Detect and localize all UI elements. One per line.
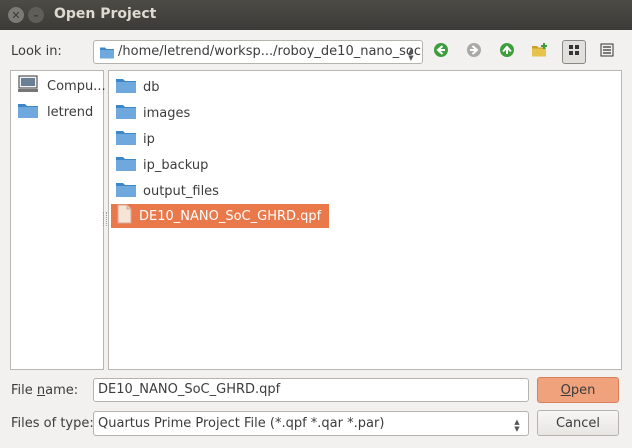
- parent-folder-button[interactable]: [495, 40, 519, 64]
- panel-splitter-handle[interactable]: [103, 212, 107, 226]
- file-list-panel: db images ip ip_backup output_files DE10: [108, 70, 622, 370]
- file-icon: [115, 204, 133, 228]
- minimize-icon: –: [33, 8, 39, 22]
- file-name: ip: [143, 131, 155, 147]
- list-item-ip-backup[interactable]: ip_backup: [111, 153, 208, 177]
- list-item-ip[interactable]: ip: [111, 127, 155, 151]
- combo-arrows-icon: ▲ ▼: [408, 47, 414, 62]
- open-button[interactable]: Open: [537, 377, 619, 403]
- sidebar-item-label: letrend: [47, 104, 94, 120]
- list-view-icon: [567, 43, 581, 61]
- close-window-button[interactable]: ✕: [8, 7, 24, 23]
- list-view-button[interactable]: [562, 40, 586, 64]
- list-item-images[interactable]: images: [111, 101, 190, 125]
- computer-icon: [17, 75, 39, 97]
- folder-icon: [115, 76, 137, 98]
- file-type-value: Quartus Prime Project File (*.qpf *.qar …: [98, 416, 385, 431]
- new-folder-icon: [531, 42, 549, 62]
- close-icon: ✕: [11, 8, 21, 22]
- folder-icon: [115, 180, 137, 202]
- folder-icon: [115, 128, 137, 150]
- forward-button[interactable]: [462, 40, 486, 64]
- folder-icon: [115, 102, 137, 124]
- list-item-output-files[interactable]: output_files: [111, 179, 219, 203]
- new-folder-button[interactable]: [528, 40, 552, 64]
- file-name: images: [143, 105, 191, 121]
- look-in-label: Look in:: [11, 44, 62, 59]
- file-type-label: Files of type:: [11, 416, 94, 431]
- list-item-db[interactable]: db: [111, 75, 160, 99]
- look-in-path: /home/letrend/worksp.../roboy_de10_nano_…: [118, 44, 421, 59]
- back-arrow-icon: [433, 42, 449, 62]
- detail-view-button[interactable]: [595, 40, 619, 64]
- up-arrow-icon: [499, 42, 515, 62]
- file-name: output_files: [143, 183, 219, 199]
- back-button[interactable]: [429, 40, 453, 64]
- sidebar-item-letrend[interactable]: letrend: [17, 101, 93, 123]
- look-in-combo[interactable]: /home/letrend/worksp.../roboy_de10_nano_…: [93, 40, 423, 64]
- forward-arrow-icon: [466, 42, 482, 62]
- minimize-window-button[interactable]: –: [28, 7, 44, 23]
- sidebar-panel: Compu... letrend: [10, 70, 106, 370]
- file-name: ip_backup: [143, 157, 209, 173]
- folder-icon: [115, 154, 137, 176]
- sidebar-item-computer[interactable]: Compu...: [17, 75, 106, 97]
- combo-arrows-icon: ▲ ▼: [514, 418, 520, 433]
- folder-icon: [17, 101, 39, 123]
- sidebar-item-label: Compu...: [47, 78, 106, 94]
- file-name-input[interactable]: DE10_NANO_SoC_GHRD.qpf: [93, 378, 529, 402]
- file-name: db: [143, 79, 160, 95]
- cancel-button[interactable]: Cancel: [537, 410, 619, 436]
- open-button-label: Open: [560, 382, 596, 398]
- detail-view-icon: [600, 43, 614, 61]
- file-name: DE10_NANO_SoC_GHRD.qpf: [139, 208, 322, 224]
- title-bar: ✕ – Open Project: [0, 0, 632, 30]
- file-name-label: File name:: [11, 383, 79, 398]
- cancel-button-label: Cancel: [555, 415, 601, 431]
- list-item-qpf-file[interactable]: DE10_NANO_SoC_GHRD.qpf: [111, 204, 330, 228]
- file-type-select[interactable]: Quartus Prime Project File (*.qpf *.qar …: [93, 411, 529, 436]
- window-title: Open Project: [54, 6, 157, 22]
- folder-icon: [99, 45, 115, 64]
